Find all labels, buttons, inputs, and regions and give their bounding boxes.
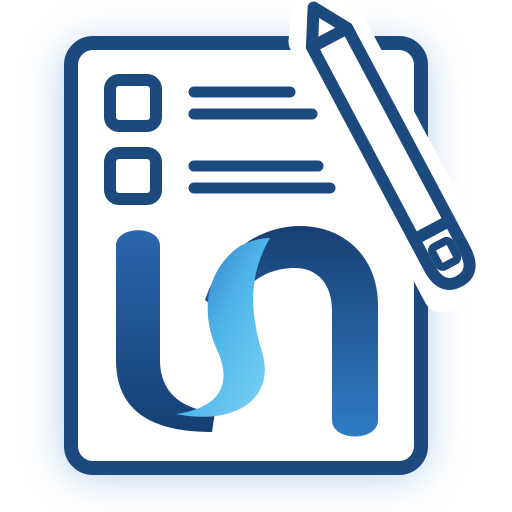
pencil-eraser [428,236,462,271]
checkbox-icon [104,74,162,132]
app-icon-graphic [60,0,499,480]
checkbox-icon [104,147,162,205]
app-icon [0,0,512,512]
